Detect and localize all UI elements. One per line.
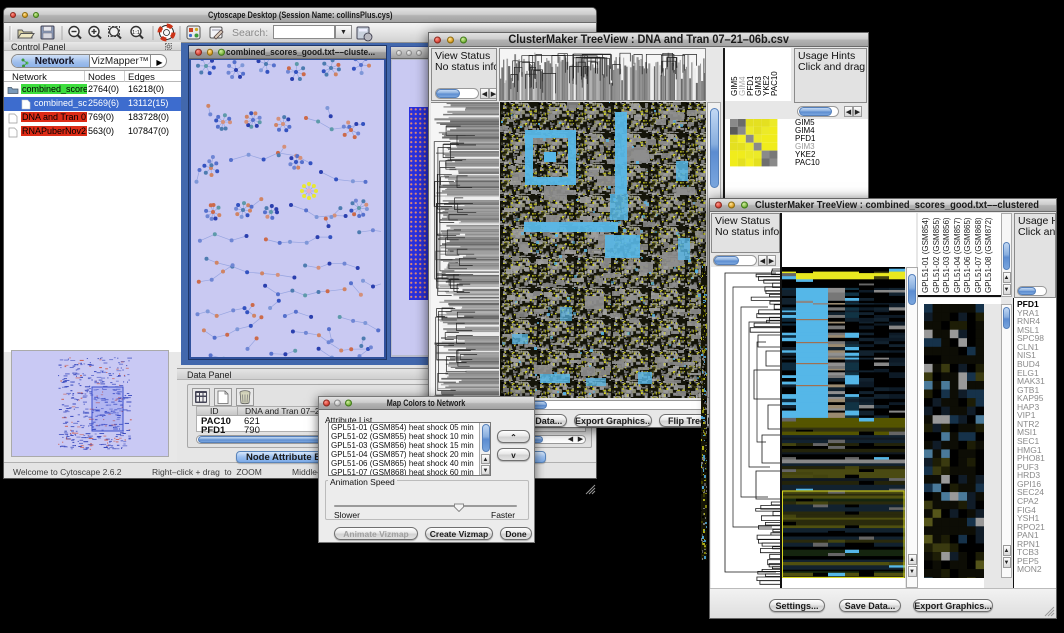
svg-text:1:1: 1:1 <box>132 30 140 36</box>
